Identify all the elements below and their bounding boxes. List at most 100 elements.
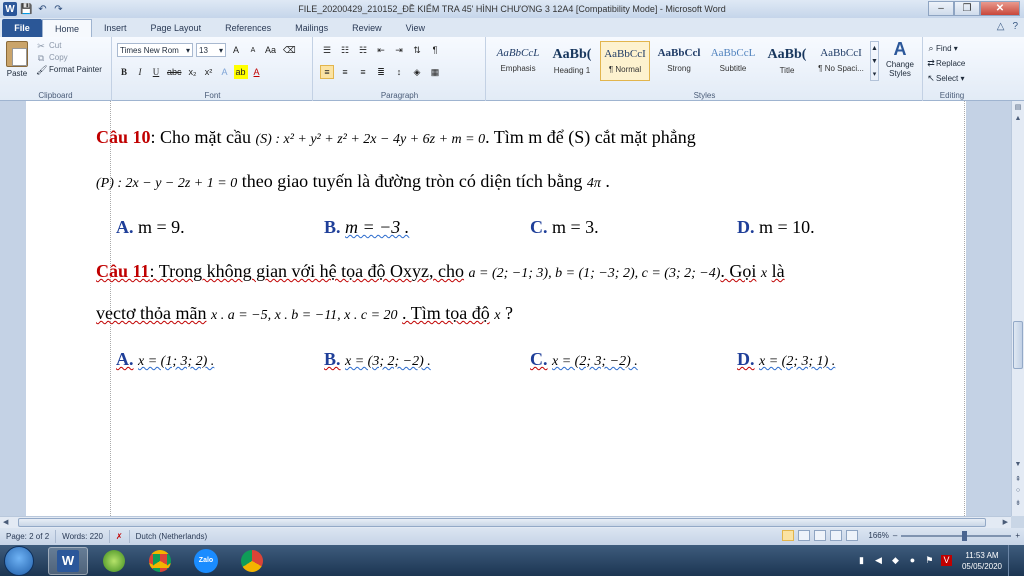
previous-page-icon[interactable]: ⇞ (1013, 475, 1023, 485)
change-styles-button[interactable]: A Change Styles (880, 39, 920, 78)
copy-button[interactable]: ⧉ Copy (36, 52, 102, 64)
font-color-button[interactable]: A (250, 65, 264, 79)
italic-button[interactable]: I (133, 65, 147, 79)
minimize-ribbon-icon[interactable]: △ (997, 21, 1005, 32)
v-app-icon[interactable]: V (940, 555, 952, 566)
highlight-button[interactable]: ab (233, 65, 248, 79)
app-tray-icon[interactable]: ◆ (890, 555, 901, 566)
outline-view-button[interactable] (830, 530, 843, 541)
horizontal-scrollbar[interactable]: ◀ ▶ (0, 516, 1011, 528)
text-effects-button[interactable]: A (218, 65, 232, 79)
select-button[interactable]: ↖Select ▾ (926, 71, 965, 86)
tab-file[interactable]: File (2, 19, 42, 37)
borders-icon[interactable]: ▦ (428, 65, 442, 79)
taskbar-word[interactable]: W (48, 546, 88, 575)
vertical-scroll-thumb[interactable] (1013, 321, 1023, 369)
pilcrow-icon[interactable]: ¶ (428, 43, 442, 57)
numbering-icon[interactable]: ☷ (338, 43, 352, 57)
format-painter-button[interactable]: 🖌 Format Painter (36, 64, 102, 76)
style-subtitle[interactable]: AaBbCcL Subtitle (708, 41, 758, 81)
network-icon[interactable]: ▮ (856, 555, 867, 566)
align-left-icon[interactable]: ≡ (320, 65, 334, 79)
print-layout-view-button[interactable] (782, 530, 795, 541)
maximize-button[interactable]: ❐ (954, 1, 980, 16)
style-no-spacing[interactable]: AaBbCcI ¶ No Spaci... (816, 41, 866, 81)
subscript-button[interactable]: x₂ (186, 65, 200, 79)
font-name-select[interactable]: Times New Rom ▾ (117, 43, 193, 57)
scroll-down-icon[interactable]: ▼ (1013, 461, 1023, 471)
zoom-out-button[interactable]: – (893, 531, 897, 540)
scroll-up-icon[interactable]: ▲ (1013, 115, 1023, 125)
multilevel-list-icon[interactable]: ☵ (356, 43, 370, 57)
taskbar-chrome-2[interactable] (232, 547, 272, 575)
bullets-icon[interactable]: ☰ (320, 43, 334, 57)
underline-button[interactable]: U (149, 65, 163, 79)
styles-scroll[interactable]: ▲ ▼ ▾ (870, 41, 879, 81)
style-strong[interactable]: AaBbCcl Strong (654, 41, 704, 81)
tab-page-layout[interactable]: Page Layout (139, 19, 214, 37)
zoom-in-button[interactable]: + (1015, 531, 1020, 540)
ruler-toggle-icon[interactable]: ▤ (1013, 103, 1023, 113)
style-heading-1[interactable]: AaBb( Heading 1 (547, 41, 597, 81)
scroll-left-icon[interactable]: ◀ (3, 518, 8, 526)
find-button[interactable]: ⌕ Find ▾ (926, 41, 965, 56)
word-count[interactable]: Words: 220 (56, 530, 110, 543)
page-count[interactable]: Page: 2 of 2 (0, 530, 57, 543)
shrink-font-button[interactable]: A (246, 43, 260, 57)
decrease-indent-icon[interactable]: ⇤ (374, 43, 388, 57)
redo-icon[interactable]: ↷ (52, 3, 65, 16)
horizontal-scroll-thumb[interactable] (18, 518, 986, 527)
zoom-level[interactable]: 166% (868, 531, 888, 540)
save-icon[interactable]: 💾 (20, 3, 33, 16)
clear-formatting-button[interactable]: ⌫ (281, 43, 298, 57)
flag-icon[interactable]: ⚑ (924, 555, 935, 566)
undo-icon[interactable]: ↶ (36, 3, 49, 16)
show-desktop-button[interactable] (1008, 545, 1018, 576)
superscript-button[interactable]: x² (202, 65, 216, 79)
tab-references[interactable]: References (213, 19, 283, 37)
strikethrough-button[interactable]: abc (165, 65, 184, 79)
browse-object-icon[interactable]: ○ (1013, 487, 1023, 497)
tab-review[interactable]: Review (340, 19, 394, 37)
tab-mailings[interactable]: Mailings (283, 19, 340, 37)
next-page-icon[interactable]: ⇟ (1013, 499, 1023, 509)
justify-icon[interactable]: ≣ (374, 65, 388, 79)
line-spacing-icon[interactable]: ↕ (392, 65, 406, 79)
chrome-tray-icon[interactable]: ● (907, 555, 918, 566)
font-size-select[interactable]: 13 ▾ (196, 43, 226, 57)
shading-icon[interactable]: ◈ (410, 65, 424, 79)
minimize-button[interactable]: – (928, 1, 954, 16)
cut-button[interactable]: ✂ Cut (36, 40, 102, 52)
word-logo-icon[interactable]: W (3, 2, 17, 16)
help-icon[interactable]: ? (1012, 21, 1018, 32)
align-right-icon[interactable]: ≡ (356, 65, 370, 79)
replace-button[interactable]: ⇄Replace (926, 56, 965, 71)
taskbar-chrome[interactable] (140, 547, 180, 575)
vertical-scrollbar[interactable]: ▤ ▲ ▼ ⇞ ○ ⇟ (1011, 101, 1024, 516)
style-normal[interactable]: AaBbCcI ¶ Normal (600, 41, 650, 81)
web-layout-view-button[interactable] (814, 530, 827, 541)
sort-icon[interactable]: ⇅ (410, 43, 424, 57)
grow-font-button[interactable]: A (229, 43, 243, 57)
taskbar-zalo[interactable]: Zalo (186, 547, 226, 575)
full-screen-reading-view-button[interactable] (798, 530, 811, 541)
align-center-icon[interactable]: ≡ (338, 65, 352, 79)
start-button[interactable] (4, 545, 34, 576)
close-button[interactable]: ✕ (980, 1, 1020, 16)
language-status[interactable]: Dutch (Netherlands) (130, 530, 214, 543)
increase-indent-icon[interactable]: ⇥ (392, 43, 406, 57)
proofing-status[interactable]: ✗ (110, 530, 130, 543)
tab-insert[interactable]: Insert (92, 19, 139, 37)
volume-icon[interactable]: ◀ (873, 555, 884, 566)
style-emphasis[interactable]: AaBbCcL Emphasis (493, 41, 543, 81)
change-case-button[interactable]: Aa (263, 43, 278, 57)
scroll-right-icon[interactable]: ▶ (1003, 518, 1008, 526)
zoom-slider-knob[interactable] (962, 530, 968, 541)
bold-button[interactable]: B (117, 65, 131, 79)
tab-view[interactable]: View (394, 19, 437, 37)
clock[interactable]: 11:53 AM 05/05/2020 (962, 550, 1002, 572)
taskbar-app-green[interactable] (94, 547, 134, 575)
paste-button[interactable]: Paste (4, 41, 30, 78)
draft-view-button[interactable] (846, 530, 859, 541)
style-title[interactable]: AaBb( Title (762, 41, 812, 81)
